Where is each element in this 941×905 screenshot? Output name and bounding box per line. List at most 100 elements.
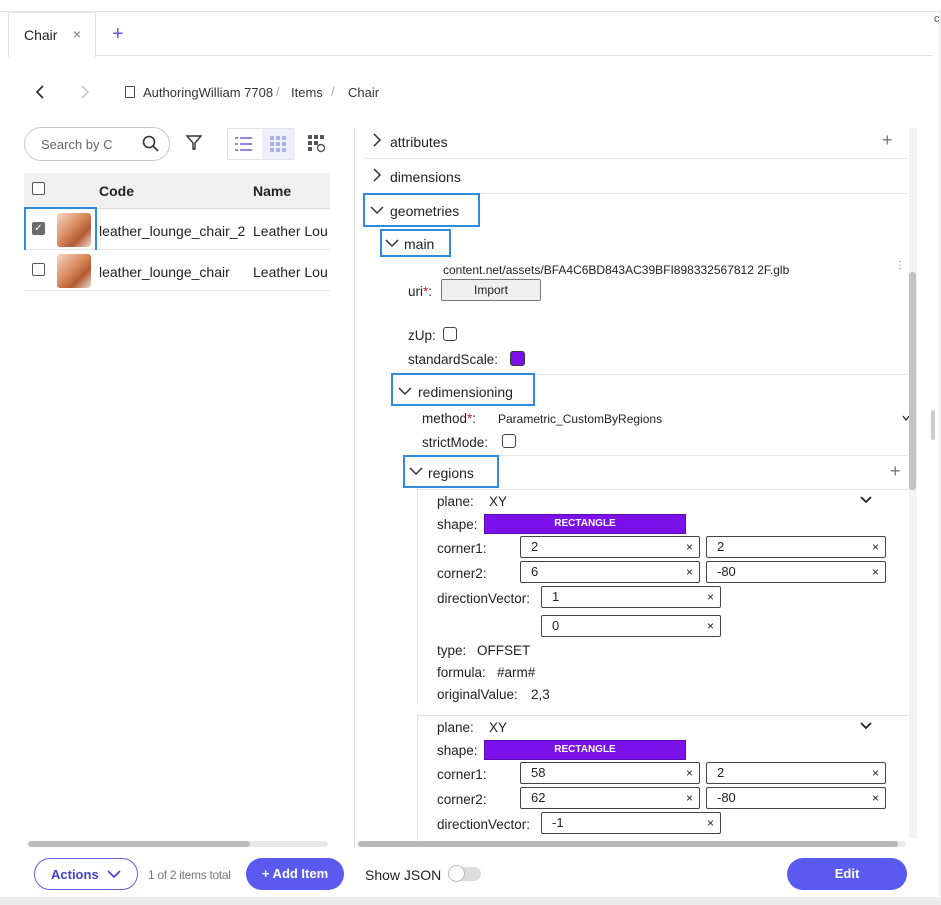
- column-header-name[interactable]: Name: [253, 183, 291, 199]
- top-border: [0, 0, 941, 12]
- chevron-down-icon[interactable]: [370, 205, 384, 215]
- chevron-down-icon[interactable]: [409, 466, 423, 476]
- section-geometries[interactable]: geometries: [390, 203, 459, 219]
- edge-resize-handle[interactable]: [931, 410, 935, 440]
- corner1-y-value: 2: [717, 765, 725, 780]
- row-checkbox[interactable]: ✓: [32, 222, 45, 235]
- add-attribute-icon[interactable]: +: [882, 130, 893, 151]
- clear-icon[interactable]: ×: [707, 616, 714, 636]
- corner2-x-value: 6: [531, 564, 539, 579]
- corner1-x-input[interactable]: 58 ×: [520, 762, 700, 784]
- row-code: leather_lounge_chair: [99, 264, 230, 280]
- clear-icon[interactable]: ×: [707, 813, 714, 833]
- plane-select[interactable]: XY: [489, 494, 507, 509]
- column-settings-icon[interactable]: [308, 135, 326, 153]
- detail-hscroll-thumb[interactable]: [358, 841, 898, 847]
- clear-icon[interactable]: ×: [686, 788, 693, 808]
- direction-y-value: 0: [552, 618, 560, 633]
- chevron-right-icon[interactable]: [372, 168, 382, 182]
- breadcrumb-items[interactable]: Items: [291, 85, 323, 100]
- direction-vector-label: directionVector:: [437, 591, 531, 606]
- corner1-x-value: 2: [531, 539, 539, 554]
- breadcrumb-separator: /: [331, 84, 335, 99]
- search-placeholder: Search by C: [41, 137, 113, 152]
- section-main[interactable]: main: [404, 236, 434, 252]
- corner2-label: corner2:: [437, 566, 487, 581]
- corner2-x-input[interactable]: 6 ×: [520, 561, 700, 583]
- clear-icon[interactable]: ×: [686, 537, 693, 557]
- section-regions[interactable]: regions: [428, 465, 474, 481]
- direction-vector-label: directionVector:: [437, 817, 531, 832]
- clear-icon[interactable]: ×: [872, 562, 879, 582]
- row-code: leather_lounge_chair_2: [99, 223, 246, 239]
- select-all-checkbox[interactable]: [32, 182, 45, 195]
- direction-y-input[interactable]: 0 ×: [541, 615, 721, 637]
- chevron-right-icon[interactable]: [372, 133, 382, 147]
- breadcrumb-current: Chair: [348, 85, 380, 100]
- section-redimensioning[interactable]: redimensioning: [418, 384, 513, 400]
- add-item-button[interactable]: + Add Item: [246, 858, 344, 890]
- method-label: method*:: [422, 411, 477, 426]
- corner2-y-input[interactable]: -80 ×: [706, 787, 886, 809]
- tab-bar: [8, 12, 933, 56]
- original-value: 2,3: [531, 687, 550, 702]
- actions-button[interactable]: Actions: [34, 858, 138, 890]
- clear-icon[interactable]: ×: [707, 587, 714, 607]
- search-icon[interactable]: [142, 135, 160, 153]
- formula-value: #arm#: [497, 665, 536, 680]
- item-thumbnail: [57, 254, 91, 288]
- add-region-icon[interactable]: +: [890, 461, 901, 482]
- direction-x-input[interactable]: 1 ×: [541, 586, 721, 608]
- section-attributes[interactable]: attributes: [390, 134, 448, 150]
- tab-chair-label: Chair: [24, 27, 58, 43]
- chevron-down-icon[interactable]: [385, 238, 399, 248]
- shape-label: shape:: [437, 743, 478, 758]
- chevron-down-icon[interactable]: [398, 386, 412, 396]
- back-icon[interactable]: [34, 84, 46, 100]
- detail-scrollbar-thumb[interactable]: [909, 272, 916, 490]
- clear-icon[interactable]: ×: [872, 788, 879, 808]
- uri-label-text: uri: [408, 284, 424, 299]
- toggle-knob[interactable]: [448, 865, 465, 882]
- chevron-down-icon[interactable]: [860, 496, 872, 505]
- strict-mode-checkbox[interactable]: [502, 434, 516, 448]
- standard-scale-label: standardScale:: [408, 352, 499, 367]
- direction-x-input[interactable]: -1 ×: [541, 812, 721, 834]
- show-json-label: Show JSON: [365, 867, 442, 883]
- zup-checkbox[interactable]: [443, 327, 457, 341]
- strict-mode-label: strictMode:: [422, 435, 489, 450]
- book-icon: [125, 86, 135, 98]
- plane-select[interactable]: XY: [489, 720, 507, 735]
- clear-icon[interactable]: ×: [686, 562, 693, 582]
- column-header-code[interactable]: Code: [99, 183, 134, 199]
- table-scrollbar-thumb[interactable]: [28, 841, 250, 847]
- corner2-y-input[interactable]: -80 ×: [706, 561, 886, 583]
- list-view-icon[interactable]: [235, 136, 253, 152]
- corner1-y-value: 2: [717, 539, 725, 554]
- forward-icon[interactable]: [79, 84, 91, 100]
- standard-scale-checkbox[interactable]: [510, 351, 525, 366]
- import-button[interactable]: Import: [441, 279, 541, 301]
- close-icon[interactable]: ×: [73, 26, 81, 42]
- clear-icon[interactable]: ×: [872, 537, 879, 557]
- filter-icon[interactable]: [185, 134, 203, 152]
- chevron-down-icon[interactable]: [860, 722, 872, 731]
- pane-divider[interactable]: [354, 128, 355, 848]
- edit-button[interactable]: Edit: [787, 858, 907, 890]
- method-select[interactable]: Parametric_CustomByRegions: [498, 412, 662, 426]
- row-checkbox[interactable]: [32, 263, 45, 276]
- clear-icon[interactable]: ×: [872, 763, 879, 783]
- shape-select[interactable]: RECTANGLE: [484, 514, 686, 534]
- corner2-y-value: -80: [717, 790, 736, 805]
- breadcrumb-workspace[interactable]: AuthoringWilliam 7708: [143, 85, 273, 100]
- add-tab-icon[interactable]: +: [112, 23, 124, 46]
- grid-view-icon[interactable]: [270, 136, 286, 152]
- resize-handle-icon[interactable]: ⋮: [895, 260, 905, 271]
- corner1-y-input[interactable]: 2 ×: [706, 536, 886, 558]
- corner1-y-input[interactable]: 2 ×: [706, 762, 886, 784]
- corner1-x-input[interactable]: 2 ×: [520, 536, 700, 558]
- section-dimensions[interactable]: dimensions: [390, 169, 461, 185]
- corner2-x-input[interactable]: 62 ×: [520, 787, 700, 809]
- shape-select[interactable]: RECTANGLE: [484, 740, 686, 760]
- clear-icon[interactable]: ×: [686, 763, 693, 783]
